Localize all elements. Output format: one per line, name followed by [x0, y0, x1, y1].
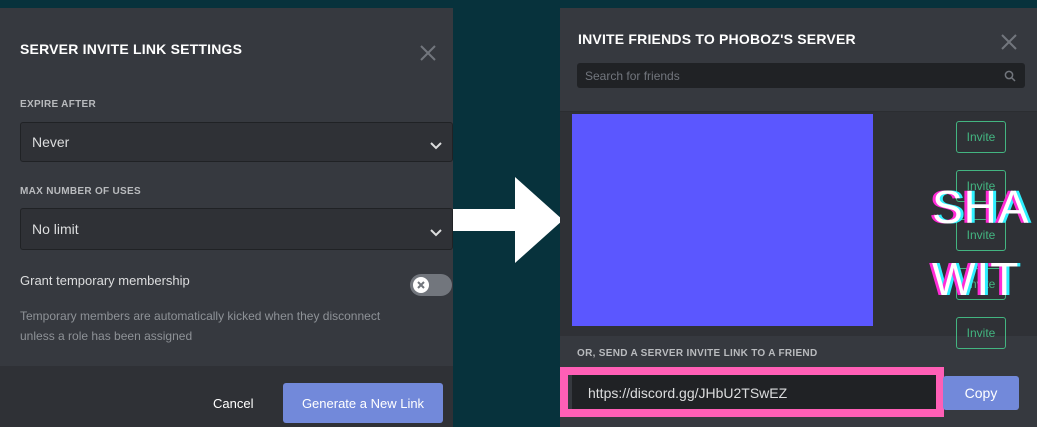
search-icon [1004, 70, 1016, 85]
cancel-button[interactable]: Cancel [213, 396, 253, 411]
overlay-text-line1: SHA [932, 181, 1030, 233]
chevron-down-icon [430, 224, 442, 240]
expire-after-value: Never [32, 134, 70, 150]
server-invite-link-settings-modal: SERVER INVITE LINK SETTINGS EXPIRE AFTER… [0, 8, 453, 427]
grant-description: Temporary members are automatically kick… [20, 306, 380, 346]
grant-description-line1: Temporary members are automatically kick… [20, 309, 381, 323]
redacted-friends-area [572, 114, 873, 326]
invite-button[interactable]: Invite [956, 317, 1006, 349]
copy-button[interactable]: Copy [943, 376, 1019, 410]
toggle-x-icon [413, 277, 429, 293]
grant-temporary-membership-toggle[interactable] [410, 274, 452, 296]
arrow-right-icon [453, 175, 563, 270]
grant-temporary-membership-label: Grant temporary membership [20, 273, 190, 288]
grant-description-line2: unless a role has been assigned [20, 329, 193, 343]
max-uses-select[interactable]: No limit [20, 208, 453, 250]
expire-after-select[interactable]: Never [20, 122, 453, 162]
search-friends-input[interactable]: Search for friends [577, 63, 1025, 88]
close-icon[interactable] [1000, 33, 1018, 56]
max-uses-label: MAX NUMBER OF USES [20, 186, 141, 197]
max-uses-value: No limit [32, 221, 79, 237]
search-placeholder: Search for friends [585, 68, 680, 83]
chevron-down-icon [430, 137, 442, 153]
modal-title: SERVER INVITE LINK SETTINGS [20, 41, 243, 57]
overlay-text-line2: WIT [932, 253, 1020, 305]
close-icon[interactable] [419, 44, 437, 67]
highlight-box [560, 367, 944, 417]
modal-header [560, 8, 1037, 112]
expire-after-label: EXPIRE AFTER [20, 99, 97, 110]
invite-button[interactable]: Invite [956, 121, 1006, 153]
invite-friends-modal: INVITE FRIENDS TO PHOBOZ'S SERVER Search… [560, 8, 1037, 427]
generate-new-link-button[interactable]: Generate a New Link [283, 383, 443, 423]
modal-title: INVITE FRIENDS TO PHOBOZ'S SERVER [578, 31, 856, 47]
invite-link-section-label: OR, SEND A SERVER INVITE LINK TO A FRIEN… [577, 348, 818, 359]
